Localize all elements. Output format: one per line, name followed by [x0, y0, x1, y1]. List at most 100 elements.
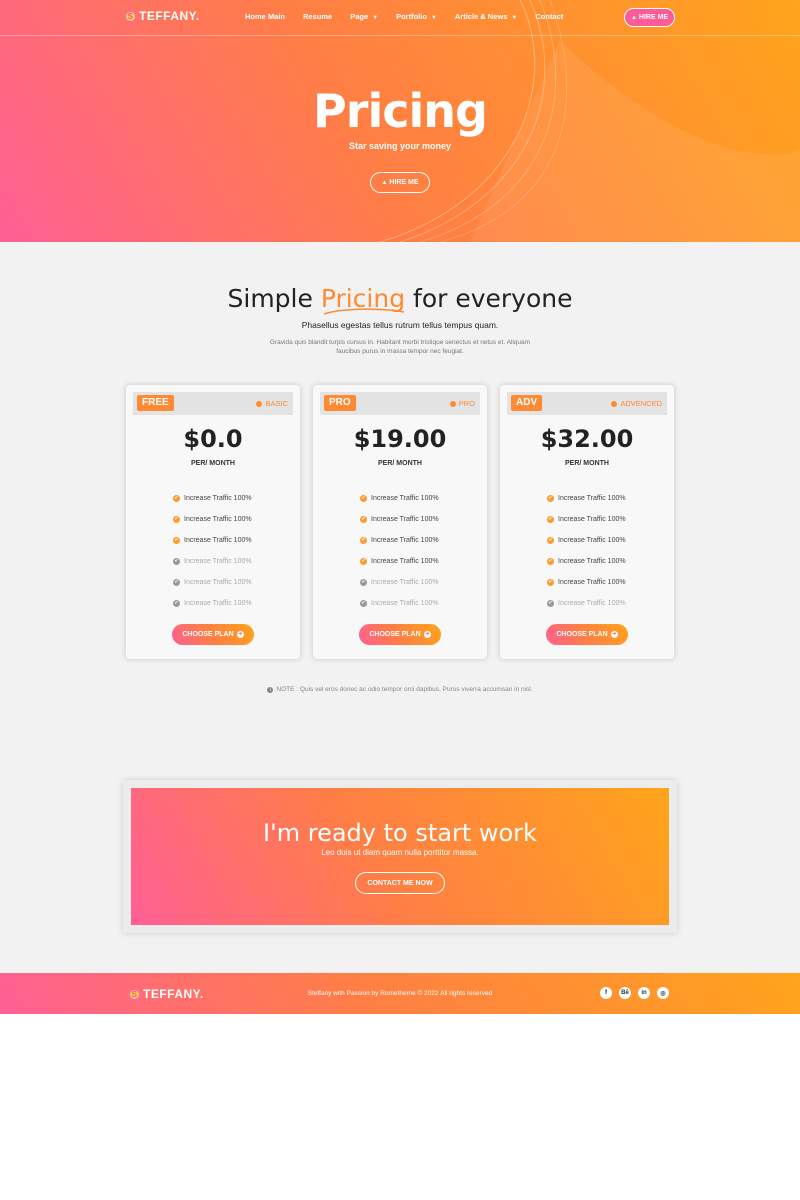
feature-label: Increase Traffic 100%	[371, 558, 439, 565]
behance-icon[interactable]: Bē	[619, 987, 631, 999]
check-circle-icon: ✔	[547, 537, 554, 544]
chevron-down-icon: ▼	[511, 15, 518, 21]
instagram-icon[interactable]: ◎	[657, 987, 669, 999]
linkedin-icon[interactable]: in	[638, 987, 650, 999]
contact-me-button[interactable]: CONTACT ME NOW	[355, 872, 445, 894]
nav-item-home-main[interactable]: Home Main	[245, 12, 285, 21]
check-circle-icon: ✔	[173, 579, 180, 586]
feature-list: ✔ Increase Traffic 100% ✔ Increase Traffic…	[173, 488, 252, 614]
dot-icon	[449, 400, 456, 407]
feature-item: ✔ Increase Traffic 100%	[547, 551, 626, 572]
pricing-section: Simple Pricing for everyone Phasellus eg…	[0, 242, 800, 973]
section-lead: Phasellus egestas tellus rutrum tellus t…	[301, 320, 499, 330]
feature-item: ✔ Increase Traffic 100%	[547, 488, 626, 509]
check-circle-icon: ✔	[547, 495, 554, 502]
feature-label: Increase Traffic 100%	[184, 495, 252, 502]
feature-label: Increase Traffic 100%	[558, 600, 626, 607]
button-label: HIRE ME	[638, 14, 669, 21]
feature-item-disabled: ✔ Increase Traffic 100%	[360, 572, 439, 593]
nav-item-portfolio[interactable]: Portfolio ▼	[396, 12, 437, 21]
plan-price: $0.0	[183, 425, 243, 453]
title-part: Simple	[227, 284, 321, 313]
nav-item-label: Portfolio	[396, 12, 427, 21]
check-circle-icon: ✔	[360, 495, 367, 502]
check-circle-icon: ✔	[360, 558, 367, 565]
button-label: CHOOSE PLAN	[369, 631, 421, 638]
button-label: CHOOSE PLAN	[182, 631, 234, 638]
nav-item-contact[interactable]: Contact	[535, 12, 563, 21]
bell-icon: ▲	[630, 14, 637, 21]
feature-label: Increase Traffic 100%	[558, 558, 626, 565]
card-header: ADV ADVENCED	[507, 392, 667, 415]
choose-plan-button[interactable]: CHOOSE PLAN ➜	[359, 624, 441, 645]
button-label: HIRE ME	[389, 179, 419, 186]
feature-item: ✔ Increase Traffic 100%	[360, 488, 439, 509]
check-circle-icon: ✔	[173, 537, 180, 544]
plan-period: PER/ MONTH	[565, 460, 609, 467]
plan-tag: PRO	[324, 395, 356, 411]
chevron-down-icon: ▼	[430, 15, 437, 21]
social-links: f Bē in ◎	[600, 987, 676, 999]
feature-label: Increase Traffic 100%	[184, 537, 252, 544]
card-header: FREE BASIC	[133, 392, 293, 415]
feature-item: ✔ Increase Traffic 100%	[173, 530, 252, 551]
plan-type: ADVENCED	[611, 399, 662, 408]
arrow-right-icon: ➜	[423, 631, 431, 638]
feature-item-disabled: ✔ Increase Traffic 100%	[360, 593, 439, 614]
feature-label: Increase Traffic 100%	[371, 579, 439, 586]
brand-logo[interactable]: S TEFFANY.	[124, 9, 200, 23]
brand-name: TEFFANY.	[139, 9, 200, 23]
feature-item: ✔ Increase Traffic 100%	[547, 572, 626, 593]
nav-hire-me-button[interactable]: ▲ HIRE ME	[624, 8, 675, 27]
facebook-icon[interactable]: f	[600, 987, 612, 999]
plan-type-label: PRO	[458, 399, 475, 408]
plan-tag: ADV	[511, 395, 543, 411]
feature-item-disabled: ✔ Increase Traffic 100%	[173, 551, 252, 572]
dot-icon	[611, 400, 618, 407]
plan-type: PRO	[449, 399, 475, 408]
nav-item-resume[interactable]: Resume	[303, 12, 332, 21]
footer: S TEFFANY. Steffany with Passion by Rome…	[0, 973, 800, 1014]
check-circle-icon: ✔	[547, 579, 554, 586]
check-circle-icon: ✔	[547, 600, 554, 607]
feature-item-disabled: ✔ Increase Traffic 100%	[173, 593, 252, 614]
hero-banner: S TEFFANY. Home Main Resume Page ▼ Portfo…	[0, 0, 800, 242]
cta-subtitle: Leo duis ut diam quam nulla porttitor ma…	[321, 848, 479, 857]
feature-list: ✔ Increase Traffic 100% ✔ Increase Traffic…	[547, 488, 626, 614]
choose-plan-button[interactable]: CHOOSE PLAN ➜	[172, 624, 254, 645]
feature-item: ✔ Increase Traffic 100%	[360, 509, 439, 530]
feature-item-disabled: ✔ Increase Traffic 100%	[547, 593, 626, 614]
feature-label: Increase Traffic 100%	[184, 579, 252, 586]
nav-item-label: Page	[350, 12, 369, 21]
button-label: CHOOSE PLAN	[556, 631, 608, 638]
hero-hire-me-button[interactable]: ▲ HIRE ME	[370, 172, 430, 193]
check-circle-icon: ✔	[173, 558, 180, 565]
arrow-right-icon: ➜	[236, 631, 244, 638]
plan-price: $32.00	[540, 425, 634, 453]
check-circle-icon: ✔	[360, 537, 367, 544]
nav-menu: Home Main Resume Page ▼ Portfolio ▼ Articl…	[245, 12, 581, 21]
nav-item-page[interactable]: Page ▼	[350, 12, 378, 21]
check-circle-icon: ✔	[360, 516, 367, 523]
nav-item-label: Contact	[535, 12, 564, 21]
feature-item: ✔ Increase Traffic 100%	[173, 488, 252, 509]
highlight-underline	[323, 308, 405, 315]
feature-label: Increase Traffic 100%	[558, 537, 626, 544]
check-circle-icon: ✔	[173, 600, 180, 607]
bell-icon: ▲	[381, 179, 388, 186]
nav-item-label: Article & News	[454, 12, 508, 21]
choose-plan-button[interactable]: CHOOSE PLAN ➜	[546, 624, 628, 645]
nav-item-article-news[interactable]: Article & News ▼	[455, 12, 517, 21]
section-description: Gravida quis blandit turpis cursus in. H…	[269, 339, 531, 355]
plan-tag: FREE	[137, 395, 174, 411]
info-icon: i	[267, 686, 274, 693]
feature-label: Increase Traffic 100%	[371, 537, 439, 544]
check-circle-icon: ✔	[547, 516, 554, 523]
feature-item: ✔ Increase Traffic 100%	[360, 530, 439, 551]
page-subtitle: Star saving your money	[348, 141, 452, 151]
feature-item: ✔ Increase Traffic 100%	[547, 509, 626, 530]
feature-label: Increase Traffic 100%	[558, 579, 626, 586]
footer-copyright: Steffany with Passion by Romethemе © 202…	[307, 990, 493, 997]
arrow-right-icon: ➜	[610, 631, 618, 638]
pricing-note: i NOTE : Quis vel eros donec ac odio tem…	[0, 686, 800, 693]
